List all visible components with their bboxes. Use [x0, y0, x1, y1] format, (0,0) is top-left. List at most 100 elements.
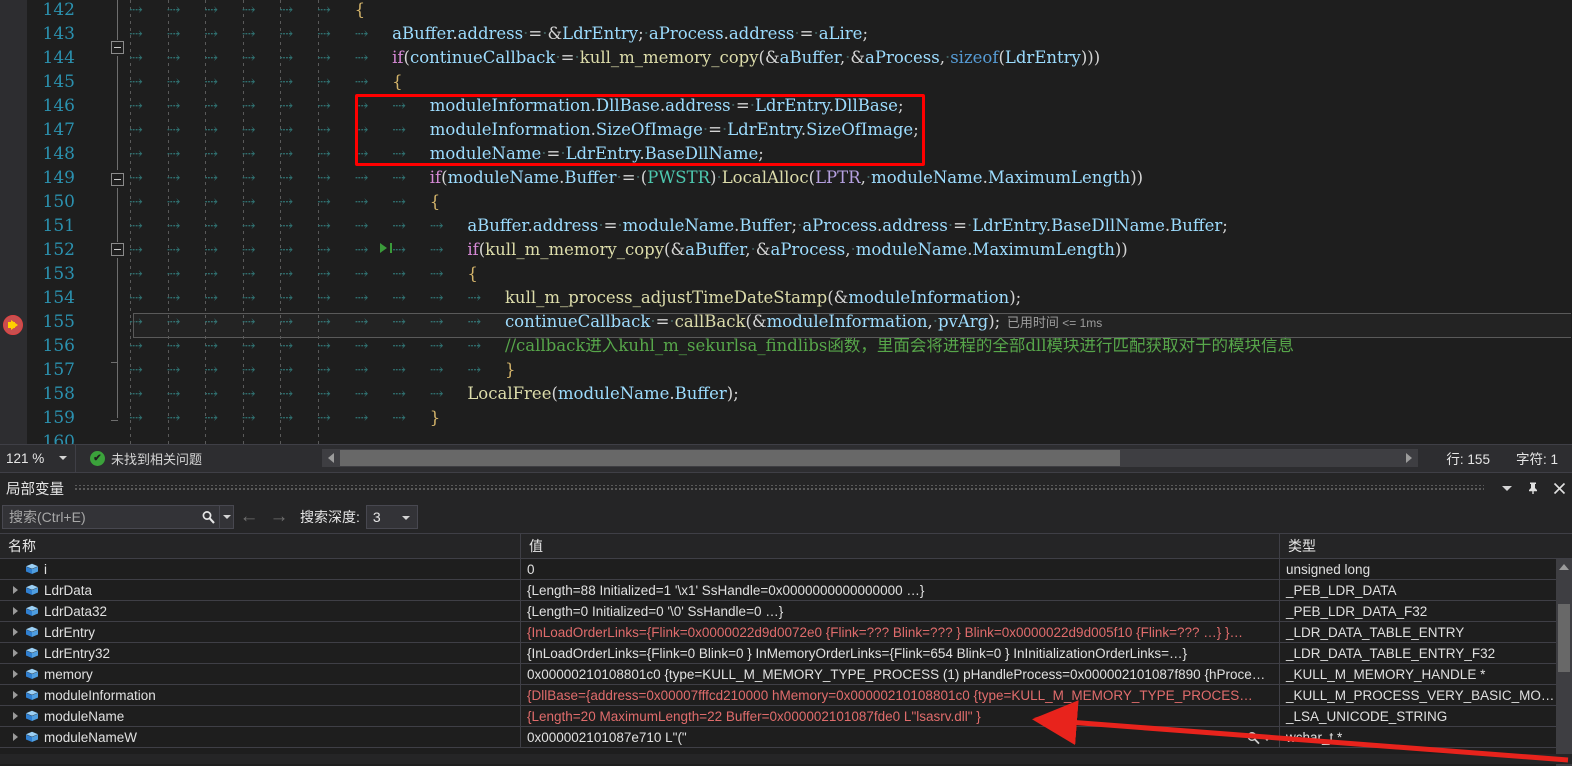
column-header-name[interactable]: 名称 [0, 534, 521, 558]
vertical-scroll-thumb[interactable] [1558, 604, 1570, 672]
cell-name[interactable]: i [0, 558, 521, 580]
chevron-right-icon[interactable] [8, 691, 22, 699]
code-line[interactable]: ⇢ ⇢ ⇢ ⇢ ⇢ ⇢ ⇢ ⇢ moduleInformation.SizeOfImage·=·… [129, 118, 919, 142]
table-row[interactable]: moduleInformation {DllBase={address=0x000… [0, 684, 1556, 706]
code-line[interactable]: ⇢ ⇢ ⇢ ⇢ ⇢ ⇢ ⇢ ⇢ ⇢{ [129, 262, 478, 286]
window-dropdown-button[interactable] [1494, 475, 1520, 501]
code-editor[interactable]: 142 143 144 145 146 147 148 149 150 151 152 153 154 1… [0, 0, 1572, 444]
chevron-right-icon[interactable] [8, 607, 22, 615]
cell-value[interactable]: 0x000002101087e710 L"(" [521, 726, 1280, 748]
scroll-left-button[interactable] [322, 449, 339, 467]
fold-collapse-button[interactable] [111, 243, 124, 256]
column-header-type[interactable]: 类型 [1280, 534, 1555, 558]
cell-type: _LSA_UNICODE_STRING [1286, 708, 1448, 724]
code-line[interactable]: ⇢ ⇢ ⇢ ⇢ ⇢ ⇢ ⇢ ⇢ ⇢ ⇢ kull_m_process_adjustTimeDateS… [129, 286, 1021, 310]
cell-value[interactable]: {Length=88 Initialized=1 '\x1' SsHandle=… [521, 579, 1280, 601]
table-row[interactable]: memory 0x00000210108801c0 {type=KULL_M_ME… [0, 663, 1556, 685]
code-line[interactable]: ⇢ ⇢ ⇢ ⇢ ⇢ ⇢ ⇢{ [129, 70, 403, 94]
grid-rows[interactable]: i 0 unsigned long LdrData {Length=88 Initial… [0, 558, 1556, 748]
code-line[interactable]: ⇢ ⇢ ⇢ ⇢ ⇢ ⇢{ [129, 0, 365, 22]
search-next-button[interactable]: → [264, 506, 294, 528]
search-depth-selector[interactable]: 3 [365, 505, 418, 529]
code-line[interactable]: ⇢ ⇢ ⇢ ⇢ ⇢ ⇢ ⇢ ⇢{ [129, 190, 440, 214]
code-line[interactable]: ⇢ ⇢ ⇢ ⇢ ⇢ ⇢ ⇢ if(continueCallback·=·kull_m_memo… [129, 46, 1100, 70]
cell-name[interactable]: moduleNameW [0, 726, 521, 748]
code-line[interactable]: ⇢ ⇢ ⇢ ⇢ ⇢ ⇢ ⇢ ⇢ ⇢ LocalFree(moduleName.Buffer); [129, 382, 739, 406]
table-row[interactable]: LdrEntry {InLoadOrderLinks={Flink=0x00000… [0, 621, 1556, 643]
variable-cube-icon [22, 689, 42, 701]
code-folding-gutter[interactable] [107, 0, 129, 444]
cell-value[interactable]: {Length=0 Initialized=0 '\0' SsHandle=0 … [521, 600, 1280, 622]
column-header-value[interactable]: 值 [521, 534, 1280, 558]
editor-horizontal-scrollbar[interactable] [322, 449, 1418, 467]
table-row[interactable]: moduleName {Length=20 MaximumLength=22 Bu… [0, 705, 1556, 727]
chevron-right-icon[interactable] [8, 628, 22, 636]
scroll-right-button[interactable] [1400, 449, 1418, 467]
locals-grid[interactable]: 名称 值 类型 i 0 unsigned long LdrData {Length=88… [0, 533, 1572, 766]
table-row[interactable]: LdrData {Length=88 Initialized=1 '\x1' Ss… [0, 579, 1556, 601]
code-line[interactable]: ⇢ ⇢ ⇢ ⇢ ⇢ ⇢ ⇢ ⇢ if(moduleName.Buffer·=·(PWSTR)·L… [129, 166, 1143, 190]
line-number: 154 [42, 288, 75, 308]
cell-value[interactable]: {DllBase={address=0x00007fffcd210000 hMe… [521, 684, 1280, 706]
line-indicator: 行: 155 [1446, 448, 1490, 468]
code-line[interactable]: ⇢ ⇢ ⇢ ⇢ ⇢ ⇢ ⇢ ⇢ moduleInformation.DllBase.addres… [129, 94, 904, 118]
step-into-marker-icon[interactable] [380, 243, 387, 253]
code-line[interactable]: ⇢ ⇢ ⇢ ⇢ ⇢ ⇢ ⇢ ⇢} [129, 406, 440, 430]
chevron-right-icon[interactable] [8, 649, 22, 657]
cell-value[interactable]: {Length=20 MaximumLength=22 Buffer=0x000… [521, 705, 1280, 727]
cell-name[interactable]: LdrEntry [0, 621, 521, 643]
fold-collapse-button[interactable] [111, 41, 124, 54]
cell-name[interactable]: moduleName [0, 705, 521, 727]
cell-value[interactable]: 0x00000210108801c0 {type=KULL_M_MEMORY_T… [521, 663, 1280, 685]
table-row[interactable]: i 0 unsigned long [0, 558, 1556, 580]
horizontal-scroll-thumb[interactable] [340, 450, 1120, 466]
issue-status[interactable]: ✔ 未找到相关问题 [90, 449, 202, 468]
cell-value[interactable]: 0 [521, 558, 1280, 580]
cell-name[interactable]: LdrEntry32 [0, 642, 521, 664]
chevron-right-icon[interactable] [8, 586, 22, 594]
cell-type: _LDR_DATA_TABLE_ENTRY [1286, 624, 1465, 640]
line-number: 159 [42, 408, 75, 428]
locals-window[interactable]: 局部变量 ← [0, 472, 1572, 766]
code-line[interactable]: ⇢ ⇢ ⇢ ⇢ ⇢ ⇢ ⇢ ⇢ ⇢ aBuffer.address·=·moduleName.Bu… [129, 214, 1228, 238]
code-line[interactable]: ⇢ ⇢ ⇢ ⇢ ⇢ ⇢ ⇢ ⇢ ⇢ ⇢ continueCallback·=·callBack(&m… [129, 310, 1102, 334]
zoom-level-selector[interactable]: 121 % [0, 445, 76, 472]
cell-name[interactable]: memory [0, 663, 521, 685]
cell-type: _PEB_LDR_DATA_F32 [1286, 603, 1428, 619]
cell-value[interactable]: {InLoadOrderLinks={Flink=0x0000022d9d007… [521, 621, 1280, 643]
chevron-right-icon[interactable] [8, 712, 22, 720]
search-box[interactable] [2, 505, 234, 529]
table-row[interactable]: moduleNameW 0x000002101087e710 L"(" wchar_… [0, 726, 1556, 748]
grid-header-row[interactable]: 名称 值 类型 [0, 534, 1572, 559]
cell-name[interactable]: LdrData [0, 579, 521, 601]
cell-name[interactable]: LdrData32 [0, 600, 521, 622]
cell-name[interactable]: moduleInformation [0, 684, 521, 706]
pin-window-button[interactable] [1520, 475, 1546, 501]
code-line[interactable]: ⇢ ⇢ ⇢ ⇢ ⇢ ⇢ ⇢ aBuffer.address·=·&LdrEntry;·aPro… [129, 22, 868, 46]
locals-toolbar[interactable]: ← → 搜索深度: 3 [0, 503, 1572, 531]
search-options-dropdown[interactable] [219, 506, 233, 528]
chevron-down-icon[interactable] [1263, 736, 1271, 741]
code-line[interactable]: ⇢ ⇢ ⇢ ⇢ ⇢ ⇢ ⇢ ⇢ ⇢ ⇢} [129, 358, 515, 382]
inline-value-search-icon[interactable] [1246, 731, 1271, 746]
close-window-button[interactable] [1546, 475, 1572, 501]
code-line[interactable]: ⇢ ⇢ ⇢ ⇢ ⇢ ⇢ ⇢ ⇢ ⇢ ⇢//callback进入kuhl_m_sekurlsa_fi… [129, 334, 1294, 358]
search-input[interactable] [3, 508, 197, 526]
search-prev-button[interactable]: ← [234, 506, 264, 528]
variable-cube-icon [22, 731, 42, 743]
locals-title-bar[interactable]: 局部变量 [0, 473, 1572, 503]
fold-collapse-button[interactable] [111, 173, 124, 186]
cell-value[interactable]: {InLoadOrderLinks={Flink=0 Blink=0 } InM… [521, 642, 1280, 664]
editor-indicator-margin[interactable] [0, 0, 27, 444]
current-statement-breakpoint-icon[interactable] [3, 315, 23, 335]
chevron-right-icon[interactable] [8, 670, 22, 678]
search-icon[interactable] [197, 510, 219, 525]
grid-vertical-scrollbar[interactable] [1556, 559, 1572, 766]
table-row[interactable]: LdrData32 {Length=0 Initialized=0 '\0' Ss… [0, 600, 1556, 622]
code-line[interactable]: ⇢ ⇢ ⇢ ⇢ ⇢ ⇢ ⇢ ⇢ ⇢ if(kull_m_memory_copy(&aBuffer,… [129, 238, 1128, 262]
code-line[interactable]: ⇢ ⇢ ⇢ ⇢ ⇢ ⇢ ⇢ ⇢ moduleName·=·LdrEntry.BaseDllNam… [129, 142, 764, 166]
chevron-right-icon[interactable] [8, 733, 22, 741]
table-row[interactable]: LdrEntry32 {InLoadOrderLinks={Flink=0 Bli… [0, 642, 1556, 664]
scroll-up-button[interactable] [1556, 559, 1572, 575]
code-text-surface[interactable]: ⇢ ⇢ ⇢ ⇢ ⇢ ⇢{⇢ ⇢ ⇢ ⇢ ⇢ ⇢ ⇢ aBuffer.address·=·&LdrEntr… [129, 0, 1572, 444]
